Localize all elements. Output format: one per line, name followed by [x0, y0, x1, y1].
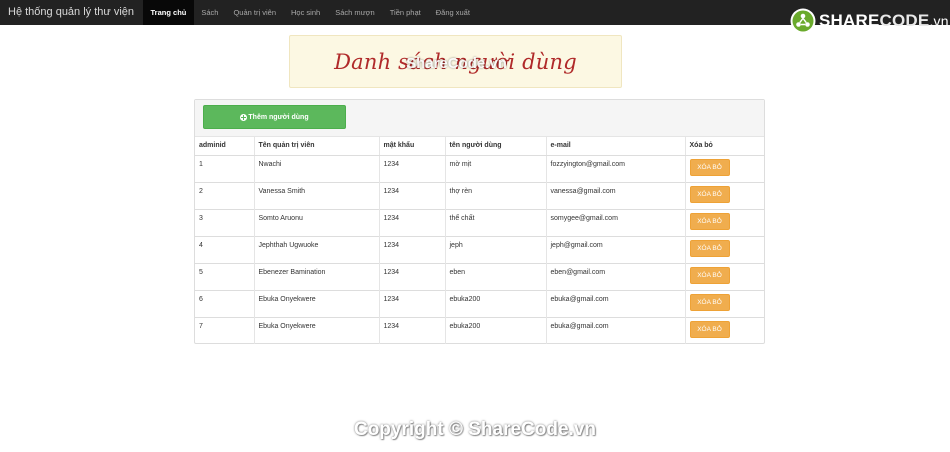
table-row: 4 Jephthah Ugwuoke 1234 jeph jeph@gmail.… [195, 235, 764, 263]
nav-borrowed-books[interactable]: Sách mượn [328, 0, 383, 25]
nav-logout[interactable]: Đăng xuất [428, 0, 477, 25]
cell-password: 1234 [379, 208, 446, 236]
cell-username: jeph [445, 235, 547, 263]
table-row: 2 Vanessa Smith 1234 thợ rèn vanessa@gma… [195, 181, 764, 209]
column-header-password: mật khẩu [379, 137, 446, 156]
delete-button[interactable]: XÓA BỎ [689, 158, 730, 176]
cell-delete: XÓA BỎ [685, 208, 764, 236]
column-header-adminid: adminid [195, 137, 255, 156]
cell-admin-name: Somto Aruonu [254, 208, 380, 236]
sharecode-logo-text: SHARECODE.vn [819, 11, 949, 30]
cell-username: thợ rèn [445, 181, 547, 209]
nav-admins[interactable]: Quản trị viên [226, 0, 284, 25]
add-user-button[interactable]: Thêm người dùng [203, 105, 346, 129]
cell-email: ebuka@gmail.com [546, 316, 686, 344]
sharecode-logo: SHARECODE.vn [790, 8, 949, 34]
add-user-label: Thêm người dùng [248, 113, 309, 121]
cell-adminid: 7 [195, 316, 255, 344]
cell-password: 1234 [379, 181, 446, 209]
cell-delete: XÓA BỎ [685, 154, 764, 182]
table-row: 1 Nwachi 1234 mờ mịt fozzyington@gmail.c… [195, 154, 764, 182]
cell-password: 1234 [379, 316, 446, 344]
cell-email: fozzyington@gmail.com [546, 154, 686, 182]
table-row: 5 Ebenezer Bamination 1234 eben eben@gma… [195, 262, 764, 290]
delete-button[interactable]: XÓA BỎ [689, 266, 730, 284]
cell-delete: XÓA BỎ [685, 316, 764, 344]
users-table: adminid Tên quản trị viên mật khẩu tên n… [195, 137, 764, 344]
table-header-row: adminid Tên quản trị viên mật khẩu tên n… [195, 137, 764, 156]
nav-students[interactable]: Học sinh [284, 0, 328, 25]
navbar-brand[interactable]: Hệ thống quản lý thư viện [0, 0, 143, 25]
cell-adminid: 4 [195, 235, 255, 263]
cell-username: mờ mịt [445, 154, 547, 182]
cell-email: ebuka@gmail.com [546, 289, 686, 317]
cell-admin-name: Ebenezer Bamination [254, 262, 380, 290]
page-title-banner: Danh sách người dùng ShareCode.vn [289, 35, 622, 88]
table-row: 7 Ebuka Onyekwere 1234 ebuka200 ebuka@gm… [195, 316, 764, 344]
cell-adminid: 2 [195, 181, 255, 209]
column-header-email: e-mail [546, 137, 686, 156]
cell-admin-name: Jephthah Ugwuoke [254, 235, 380, 263]
nav-fines[interactable]: Tiền phạt [382, 0, 428, 25]
cell-admin-name: Ebuka Onyekwere [254, 316, 380, 344]
cell-admin-name: Vanessa Smith [254, 181, 380, 209]
cell-username: thể chất [445, 208, 547, 236]
cell-adminid: 1 [195, 154, 255, 182]
cell-admin-name: Nwachi [254, 154, 380, 182]
page-title: Danh sách người dùng [334, 49, 577, 74]
nav-home[interactable]: Trang chủ [143, 0, 194, 25]
cell-password: 1234 [379, 262, 446, 290]
cell-username: ebuka200 [445, 316, 547, 344]
cell-delete: XÓA BỎ [685, 262, 764, 290]
sharecode-logo-icon [790, 8, 816, 34]
cell-username: eben [445, 262, 547, 290]
cell-email: vanessa@gmail.com [546, 181, 686, 209]
cell-delete: XÓA BỎ [685, 289, 764, 317]
cell-email: jeph@gmail.com [546, 235, 686, 263]
cell-email: eben@gmail.com [546, 262, 686, 290]
cell-admin-name: Ebuka Onyekwere [254, 289, 380, 317]
panel-header: Thêm người dùng [195, 100, 764, 137]
plus-circle-icon [240, 113, 248, 121]
cell-password: 1234 [379, 154, 446, 182]
cell-adminid: 5 [195, 262, 255, 290]
delete-button[interactable]: XÓA BỎ [689, 239, 730, 257]
cell-delete: XÓA BỎ [685, 235, 764, 263]
cell-delete: XÓA BỎ [685, 181, 764, 209]
cell-username: ebuka200 [445, 289, 547, 317]
users-panel: Thêm người dùng adminid Tên quản trị viê… [194, 99, 765, 344]
cell-password: 1234 [379, 289, 446, 317]
cell-adminid: 6 [195, 289, 255, 317]
column-header-admin-name: Tên quản trị viên [254, 137, 380, 156]
cell-adminid: 3 [195, 208, 255, 236]
table-row: 3 Somto Aruonu 1234 thể chất somygee@gma… [195, 208, 764, 236]
table-row: 6 Ebuka Onyekwere 1234 ebuka200 ebuka@gm… [195, 289, 764, 317]
delete-button[interactable]: XÓA BỎ [689, 293, 730, 311]
delete-button[interactable]: XÓA BỎ [689, 212, 730, 230]
nav-books[interactable]: Sách [194, 0, 226, 25]
copyright-watermark: Copyright © ShareCode.vn [353, 419, 597, 440]
cell-email: somygee@gmail.com [546, 208, 686, 236]
column-header-username: tên người dùng [445, 137, 547, 156]
delete-button[interactable]: XÓA BỎ [689, 185, 730, 203]
column-header-delete: Xóa bỏ [685, 137, 764, 156]
delete-button[interactable]: XÓA BỎ [689, 320, 730, 338]
cell-password: 1234 [379, 235, 446, 263]
